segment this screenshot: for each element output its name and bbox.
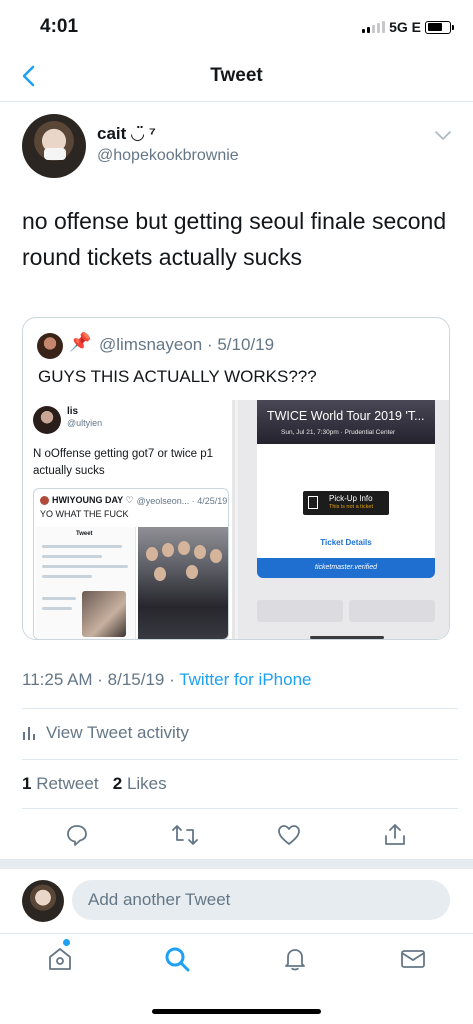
group-photo-image [138, 527, 228, 639]
mini-text: N oOffense getting got7 or twice p1 actu… [33, 448, 214, 477]
quoted-handle: @limsnayeon · 5/10/19 [99, 335, 275, 354]
status-time: 4:01 [40, 16, 79, 37]
view-activity-label: View Tweet activity [46, 723, 189, 742]
mini-handle: @ultyien [67, 418, 103, 428]
likes-stat[interactable]: 2 Likes [113, 774, 167, 793]
home-indicator [152, 1009, 321, 1014]
network-label: 5G E [389, 19, 421, 35]
tweet-meta: 11:25 AM · 8/15/19 · Twitter for iPhone [22, 670, 311, 690]
tab-home[interactable] [45, 944, 75, 974]
view-activity-button[interactable]: View Tweet activity [22, 723, 189, 743]
timestamp: 11:25 AM · 8/15/19 · [22, 670, 180, 689]
activity-icon [23, 727, 35, 740]
share-icon [385, 824, 405, 845]
ticket-details-label: Ticket Details [320, 538, 372, 547]
mini-quoted-meta: @yeolseon... · 4/25/19 [136, 495, 228, 506]
quoted-avatar [37, 333, 63, 359]
tweet-text: no offense but getting seoul finale seco… [22, 208, 447, 270]
status-bar: 4:01 5G E [0, 0, 473, 50]
mini-quoted-tweet: HWIYOUNG DAY ♡ @yeolseon... · 4/25/19 YO… [33, 488, 229, 639]
ticket-title: TWICE World Tour 2019 'T... [267, 409, 425, 423]
media-screenshot-tweet: lis @ultyien N oOffense getting got7 or … [23, 400, 235, 639]
mini-quoted-name: HWIYOUNG DAY ♡ [52, 495, 134, 505]
pickup-label: Pick-Up Info [329, 494, 373, 503]
mini-inner-title: Tweet [76, 531, 93, 537]
display-name[interactable]: cait ◡̈ ⁷ [97, 124, 156, 144]
composer-avatar [22, 880, 64, 922]
tab-search[interactable] [162, 944, 192, 974]
reply-bar: Add another Tweet [0, 872, 473, 928]
section-separator [0, 859, 473, 869]
notification-dot [63, 939, 70, 946]
quoted-media[interactable]: lis @ultyien N oOffense getting got7 or … [23, 400, 449, 639]
home-icon [49, 948, 71, 970]
tab-bar [0, 933, 473, 1024]
retweets-stat[interactable]: 1 Retweet [22, 774, 99, 793]
page-title: Tweet [210, 65, 263, 86]
mini-quoted-header: HWIYOUNG DAY ♡ @yeolseon... · 4/25/19 [40, 495, 227, 506]
ticket-action-buttons [257, 600, 435, 622]
mini-avatar [33, 406, 61, 434]
quoted-text: GUYS THIS ACTUALLY WORKS??? [38, 367, 317, 386]
tweet-stats: 1 Retweet 2 Likes [22, 774, 167, 794]
battery-icon [425, 20, 454, 34]
quoted-tweet[interactable]: 📌 @limsnayeon · 5/10/19 GUYS THIS ACTUAL… [22, 317, 450, 640]
signal-icon [362, 21, 386, 33]
retweet-button[interactable] [171, 821, 199, 849]
like-button[interactable] [275, 821, 303, 849]
heart-icon [278, 825, 300, 845]
reply-icon [67, 825, 87, 846]
mini-name: lis [67, 406, 79, 417]
reply-input[interactable]: Add another Tweet [72, 880, 450, 920]
nav-bar: Tweet [0, 50, 473, 102]
divider [22, 808, 458, 809]
reply-button[interactable] [63, 821, 91, 849]
ticket-subtitle: Sun, Jul 21, 7:30pm · Prudential Center [281, 429, 396, 436]
media-screenshot-ticket: TWICE World Tour 2019 'T... Sun, Jul 21,… [238, 400, 449, 639]
avatar[interactable] [22, 114, 86, 178]
mail-icon [401, 950, 425, 968]
chevron-down-icon [435, 131, 451, 140]
pin-emoji-icon: 📌 [69, 332, 92, 352]
mini-quoted-text: YO WHAT THE FUCK [40, 509, 129, 519]
retweet-icon [172, 825, 198, 845]
pickup-info-box: Pick-Up Info This is not a ticket [303, 491, 389, 515]
share-button[interactable] [381, 821, 409, 849]
tab-messages[interactable] [398, 944, 428, 974]
door-icon [308, 496, 318, 509]
bell-icon [285, 949, 305, 971]
username[interactable]: @hopekookbrownie [97, 147, 239, 165]
tweet-menu-button[interactable] [435, 128, 451, 146]
status-indicators: 5G E [362, 19, 454, 35]
search-icon [165, 947, 190, 972]
divider [22, 708, 458, 709]
ticket-card: TWICE World Tour 2019 'T... Sun, Jul 21,… [257, 400, 435, 578]
tweet-actions [0, 821, 473, 849]
source-link[interactable]: Twitter for iPhone [179, 670, 311, 689]
mini-screenshot-image: Tweet [36, 527, 136, 639]
divider [22, 759, 458, 760]
pickup-sub: This is not a ticket [329, 504, 374, 510]
ticketmaster-verified-bar: ticketmaster.verified [257, 558, 435, 578]
tab-notifications[interactable] [280, 944, 310, 974]
